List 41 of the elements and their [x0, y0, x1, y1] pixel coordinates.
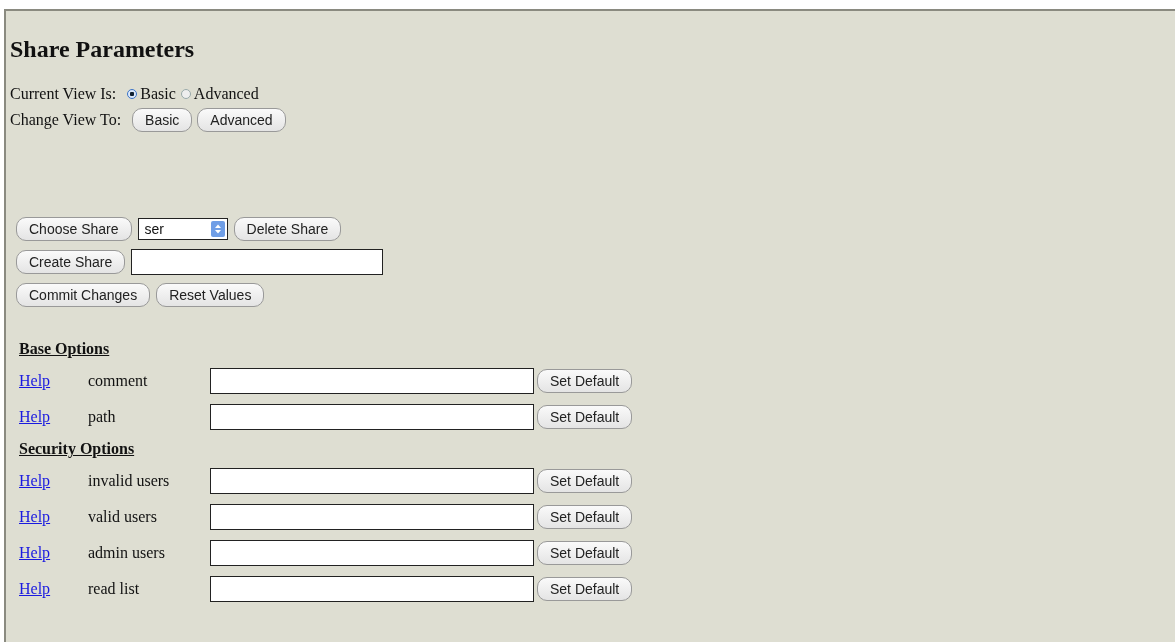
current-view-label: Current View Is:	[10, 85, 117, 103]
set-default-button[interactable]: Set Default	[537, 505, 633, 529]
help-link[interactable]: Help	[19, 508, 88, 526]
parameter-field[interactable]	[210, 404, 534, 430]
set-default-button[interactable]: Set Default	[537, 469, 633, 493]
help-link[interactable]: Help	[19, 372, 88, 390]
choose-share-button[interactable]: Choose Share	[16, 217, 132, 241]
reset-values-button[interactable]: Reset Values	[156, 283, 265, 307]
create-share-button[interactable]: Create Share	[16, 250, 126, 274]
help-link[interactable]: Help	[19, 472, 88, 490]
set-default-button[interactable]: Set Default	[537, 577, 633, 601]
parameter-label: valid users	[88, 508, 158, 526]
set-default-button[interactable]: Set Default	[537, 405, 633, 429]
share-select[interactable]: ser	[137, 218, 228, 240]
view-button[interactable]: Basic	[132, 108, 193, 132]
parameter-field[interactable]	[210, 576, 534, 602]
section-heading: Base Options	[19, 339, 110, 360]
change-view-label: Change View To:	[10, 111, 122, 129]
parameter-field[interactable]	[210, 504, 534, 530]
parameter-field[interactable]	[210, 468, 534, 494]
parameter-field[interactable]	[210, 540, 534, 566]
help-link[interactable]: Help	[19, 580, 88, 598]
page-title: Share Parameters	[10, 35, 195, 64]
parameter-label: read list	[88, 580, 141, 598]
set-default-button[interactable]: Set Default	[537, 369, 633, 393]
parameter-label: path	[88, 408, 117, 426]
view-radio[interactable]: Basic	[127, 85, 176, 103]
parameter-label: comment	[88, 372, 149, 390]
parameter-field[interactable]	[210, 368, 534, 394]
view-radio[interactable]: Advanced	[180, 85, 259, 103]
commit-changes-button[interactable]: Commit Changes	[16, 283, 151, 307]
help-link[interactable]: Help	[19, 408, 88, 426]
section-heading: Security Options	[19, 439, 135, 460]
set-default-button[interactable]: Set Default	[537, 541, 633, 565]
parameter-label: admin users	[88, 544, 166, 562]
view-button[interactable]: Advanced	[197, 108, 286, 132]
delete-share-button[interactable]: Delete Share	[233, 217, 342, 241]
parameter-label: invalid users	[88, 472, 171, 490]
help-link[interactable]: Help	[19, 544, 88, 562]
share-name-field[interactable]	[131, 249, 384, 275]
spinner-icon	[210, 221, 225, 237]
